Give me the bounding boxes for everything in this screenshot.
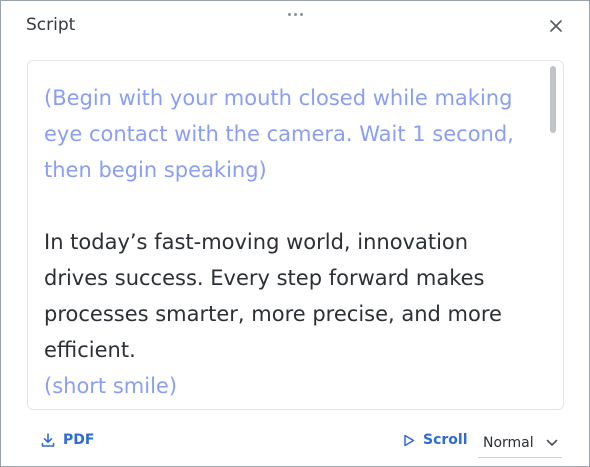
drag-handle-icon[interactable] bbox=[285, 10, 305, 18]
panel-title: Script bbox=[26, 15, 76, 35]
speed-value: Normal bbox=[483, 434, 534, 451]
pdf-download-button[interactable]: PDF bbox=[41, 432, 94, 448]
download-icon bbox=[41, 433, 55, 447]
scroll-label: Scroll bbox=[423, 432, 468, 448]
script-text-area[interactable]: (Begin with your mouth closed while maki… bbox=[27, 60, 564, 410]
scrollbar-thumb[interactable] bbox=[550, 66, 556, 133]
script-panel: Script (Begin with your mouth closed whi… bbox=[0, 0, 590, 467]
close-button[interactable] bbox=[546, 16, 566, 36]
chevron-down-icon bbox=[546, 439, 558, 446]
play-icon bbox=[404, 434, 415, 446]
speed-select[interactable]: Normal bbox=[478, 428, 562, 458]
scroll-button[interactable]: Scroll bbox=[403, 432, 468, 448]
close-icon bbox=[550, 20, 562, 32]
script-body-text: In today’s fast-moving world, innovation… bbox=[44, 230, 502, 362]
script-content: (Begin with your mouth closed while maki… bbox=[44, 80, 534, 404]
pdf-label: PDF bbox=[63, 432, 95, 448]
stage-direction-intro: (Begin with your mouth closed while maki… bbox=[44, 86, 514, 182]
stage-direction-end: (short smile) bbox=[44, 374, 178, 398]
